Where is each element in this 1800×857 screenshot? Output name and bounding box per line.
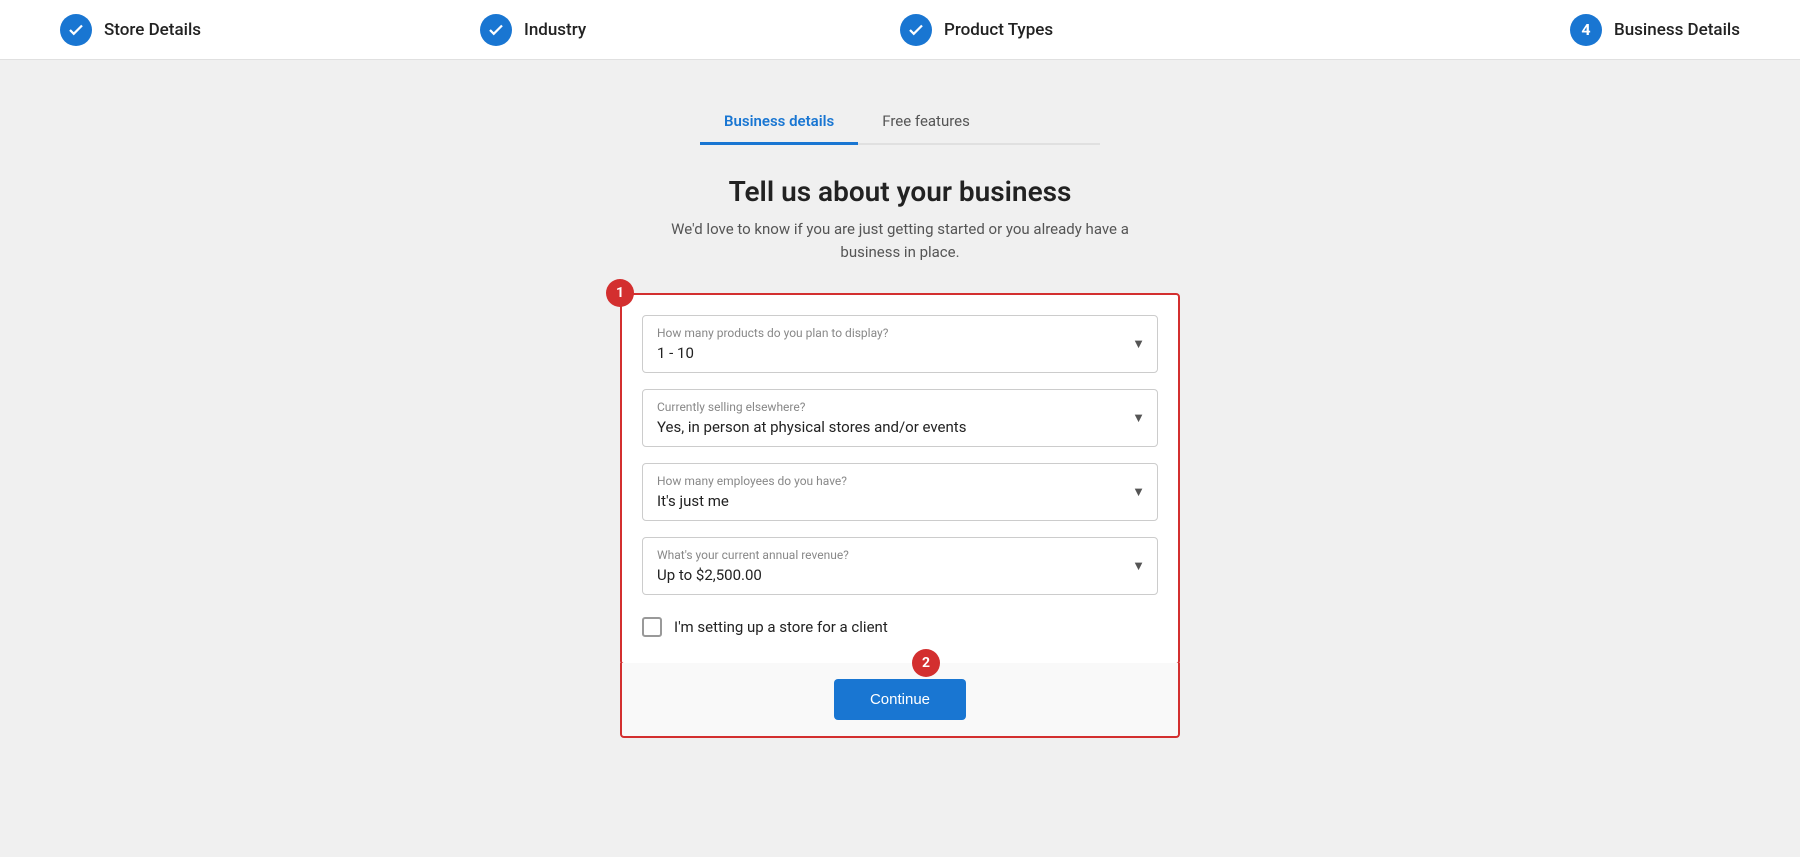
step-1-label: Store Details (104, 20, 201, 40)
annual-revenue-label: What's your current annual revenue? (657, 548, 1117, 562)
annual-revenue-chevron-icon: ▼ (1132, 558, 1145, 574)
step-product-types: Product Types (900, 14, 1320, 46)
selling-elsewhere-chevron-icon: ▼ (1132, 410, 1145, 426)
num-employees-select[interactable]: How many employees do you have? It's jus… (642, 463, 1158, 521)
client-store-checkbox[interactable] (642, 617, 662, 637)
annotation-badge-2: 2 (912, 649, 940, 677)
step-2-label: Industry (524, 20, 586, 40)
form-container: How many products do you plan to display… (620, 293, 1180, 665)
step-4-icon: 4 (1570, 14, 1602, 46)
selling-elsewhere-select[interactable]: Currently selling elsewhere? Yes, in per… (642, 389, 1158, 447)
page-subtitle: We'd love to know if you are just gettin… (650, 218, 1150, 263)
client-store-row: I'm setting up a store for a client (642, 611, 1158, 643)
main-content: Business details Free features Tell us a… (0, 60, 1800, 778)
num-products-chevron-icon: ▼ (1132, 336, 1145, 352)
annual-revenue-value: Up to $2,500.00 (657, 566, 1117, 584)
form-wrapper: 1 How many products do you plan to displ… (620, 293, 1180, 738)
step-business-details: 4 Business Details (1320, 14, 1740, 46)
tab-free-features[interactable]: Free features (858, 100, 994, 145)
step-industry: Industry (480, 14, 900, 46)
continue-button[interactable]: Continue (834, 679, 966, 720)
num-employees-value: It's just me (657, 492, 1117, 510)
client-store-label: I'm setting up a store for a client (674, 618, 888, 636)
step-3-label: Product Types (944, 20, 1053, 40)
page-heading: Tell us about your business We'd love to… (650, 175, 1150, 263)
selling-elsewhere-value: Yes, in person at physical stores and/or… (657, 418, 1117, 436)
num-products-value: 1 - 10 (657, 344, 1117, 362)
tabs-bar: Business details Free features (700, 100, 1100, 145)
num-employees-label: How many employees do you have? (657, 474, 1117, 488)
num-products-select[interactable]: How many products do you plan to display… (642, 315, 1158, 373)
step-2-icon (480, 14, 512, 46)
step-3-icon (900, 14, 932, 46)
tab-business-details[interactable]: Business details (700, 100, 858, 145)
selling-elsewhere-label: Currently selling elsewhere? (657, 400, 1117, 414)
annotation-badge-1: 1 (606, 279, 634, 307)
step-1-icon (60, 14, 92, 46)
stepper-nav: Store Details Industry Product Types 4 B… (0, 0, 1800, 60)
step-store-details: Store Details (60, 14, 480, 46)
step-4-label: Business Details (1614, 20, 1740, 40)
continue-area: 2 Continue (620, 663, 1180, 738)
num-employees-chevron-icon: ▼ (1132, 484, 1145, 500)
annual-revenue-select[interactable]: What's your current annual revenue? Up t… (642, 537, 1158, 595)
page-title: Tell us about your business (650, 175, 1150, 208)
num-products-label: How many products do you plan to display… (657, 326, 1117, 340)
